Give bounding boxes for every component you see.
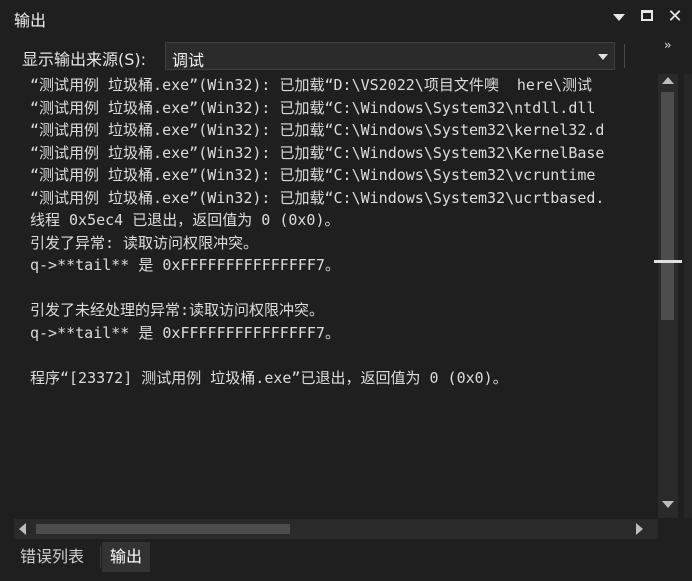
output-line: “测试用例 垃圾桶.exe”(Win32): 已加载“C:\Windows\Sy… [30, 166, 596, 184]
output-line: 引发了异常: 读取访问权限冲突。 [30, 233, 259, 252]
title-bar: 输出 ✕ [0, 0, 692, 36]
bottom-tab-bar: 错误列表 输出 [0, 540, 692, 581]
output-line: “测试用例 垃圾桶.exe”(Win32): 已加载“C:\Windows\Sy… [30, 143, 605, 162]
tab-error-list[interactable]: 错误列表 [12, 542, 92, 572]
horizontal-scrollbar[interactable] [14, 519, 658, 539]
scroll-down-arrow-icon[interactable] [662, 501, 674, 508]
output-line: “测试用例 垃圾桶.exe”(Win32): 已加载“C:\Windows\Sy… [30, 98, 596, 117]
maximize-icon[interactable] [638, 8, 656, 26]
output-text-area[interactable]: “测试用例 垃圾桶.exe”(Win32): 已加载“D:\VS2022\项目文… [0, 74, 656, 518]
window-title: 输出 [14, 11, 47, 30]
scroll-right-arrow-icon[interactable] [636, 523, 643, 535]
output-line: 引发了未经处理的异常:读取访问权限冲突。 [30, 301, 325, 319]
toolbar-divider [624, 44, 625, 68]
tab-output[interactable]: 输出 [102, 542, 151, 572]
horizontal-scroll-thumb[interactable] [36, 524, 290, 534]
chevron-down-icon [598, 54, 608, 60]
close-icon[interactable]: ✕ [666, 8, 684, 26]
window-menu-dropdown-icon[interactable] [610, 8, 628, 26]
scroll-up-arrow-icon[interactable] [662, 77, 674, 84]
output-line: q->**tail** 是 0xFFFFFFFFFFFFFFF7。 [30, 256, 340, 274]
toolbar-overflow-icon[interactable]: ›› [664, 38, 671, 52]
output-line: 线程 0x5ec4 已退出，返回值为 0 (0x0)。 [30, 211, 340, 229]
scroll-position-marker [654, 260, 682, 263]
vertical-scroll-thumb[interactable] [661, 92, 674, 320]
output-toolbar: 显示输出来源(S): 调试 ›› [0, 38, 692, 74]
output-line: “测试用例 垃圾桶.exe”(Win32): 已加载“C:\Windows\Sy… [30, 188, 605, 207]
output-line: q->**tail** 是 0xFFFFFFFFFFFFFFF7。 [30, 323, 340, 342]
vertical-scrollbar[interactable] [654, 74, 682, 518]
scroll-left-arrow-icon[interactable] [19, 523, 26, 535]
output-line: 程序“[23372] 测试用例 垃圾桶.exe”已退出，返回值为 0 (0x0)… [30, 368, 508, 387]
show-output-from-label: 显示输出来源(S): [22, 50, 147, 69]
output-line: “测试用例 垃圾桶.exe”(Win32): 已加载“D:\VS2022\项目文… [30, 76, 593, 94]
tab-divider [100, 546, 101, 568]
output-source-select[interactable]: 调试 [165, 42, 615, 70]
output-line: “测试用例 垃圾桶.exe”(Win32): 已加载“C:\Windows\Sy… [30, 121, 605, 139]
output-lines: “测试用例 垃圾桶.exe”(Win32): 已加载“D:\VS2022\项目文… [30, 74, 604, 389]
output-source-value: 调试 [172, 51, 205, 70]
scrollbar-margin [684, 74, 692, 518]
